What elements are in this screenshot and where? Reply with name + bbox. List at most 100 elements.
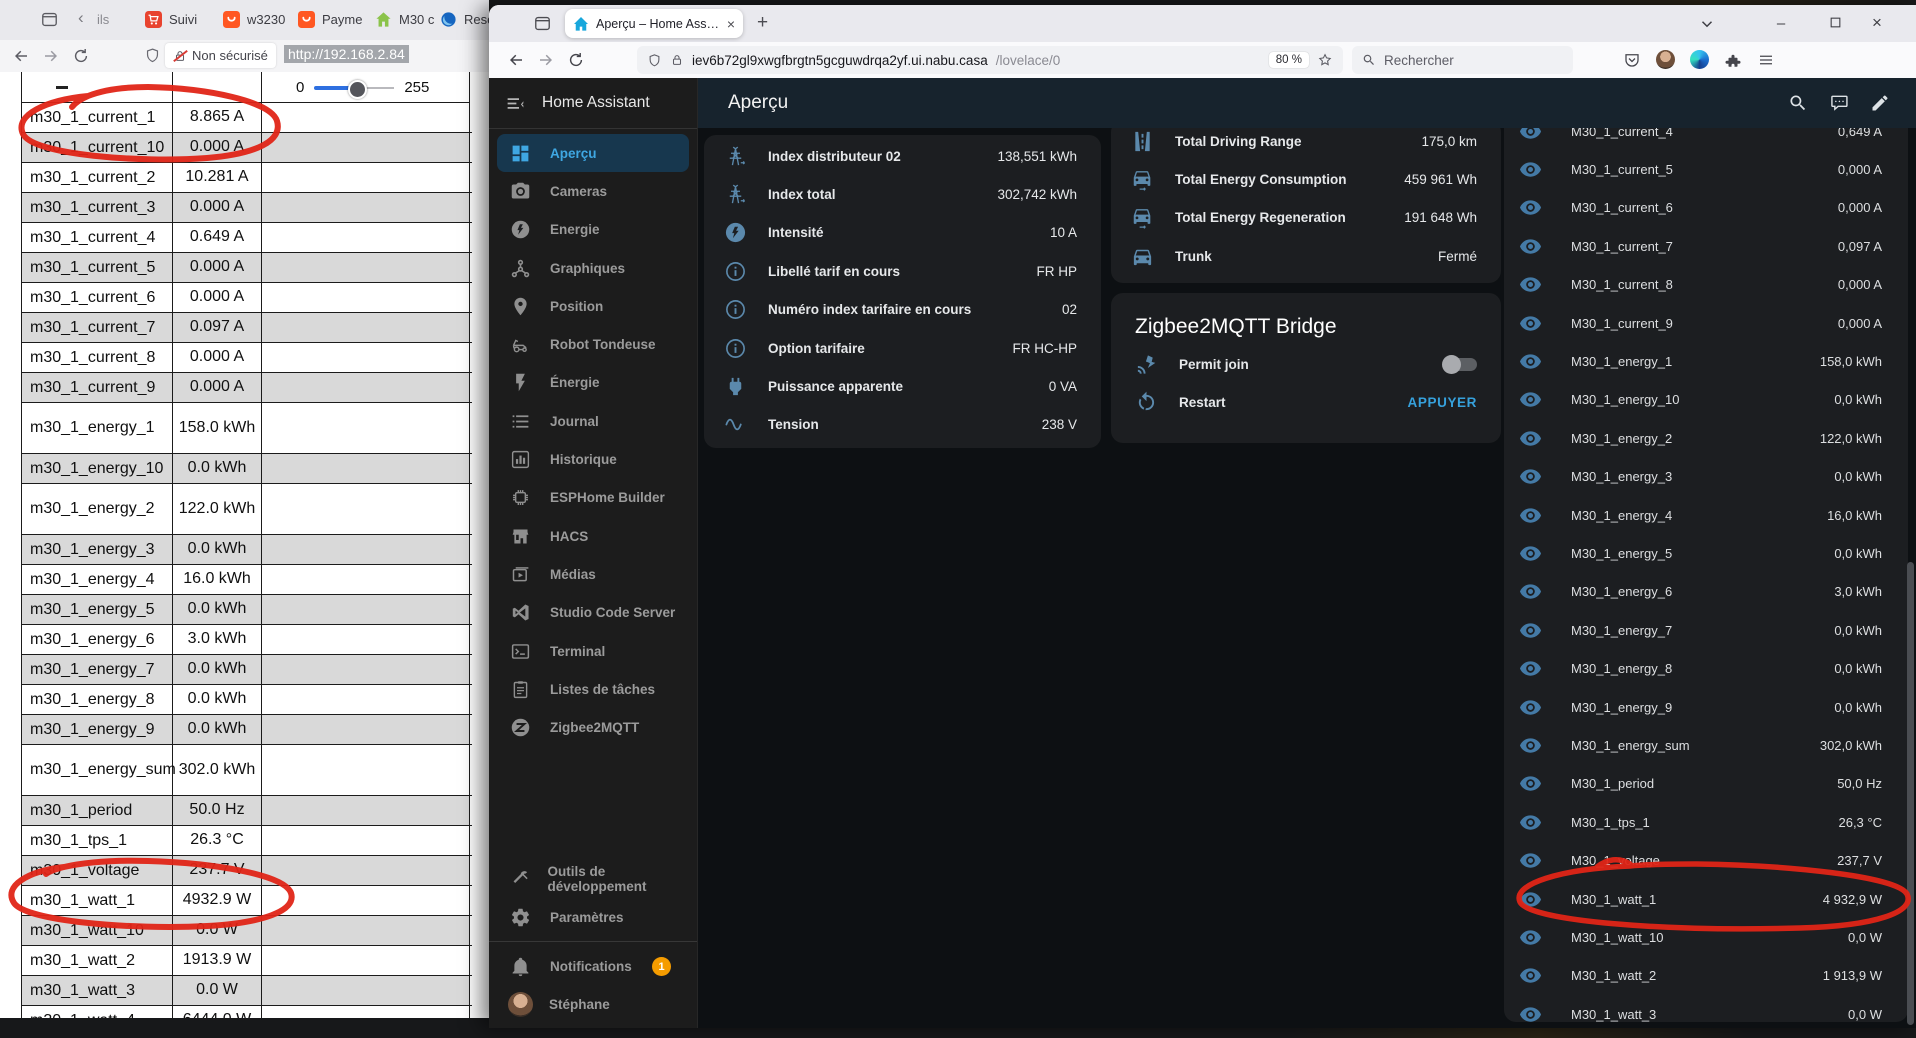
entity-row-m30_1_energy_4[interactable]: M30_1_energy_4 16,0 kWh (1504, 496, 1908, 534)
clipped-tab-label[interactable]: ils (97, 12, 109, 27)
zoom-level-chip[interactable]: 80 % (1268, 52, 1309, 68)
entity-row-m30_1_current_9[interactable]: M30_1_current_9 0,000 A (1504, 304, 1908, 342)
sidebar-toggle-icon[interactable] (505, 93, 526, 114)
security-chip[interactable]: Non sécurisé (165, 43, 276, 68)
sidebar-item-m-dias[interactable]: Médias (497, 555, 689, 593)
entity-state-row[interactable]: Option tarifaire FR HC-HP (704, 329, 1101, 367)
entity-row-m30_1_energy_8[interactable]: M30_1_energy_8 0,0 kWh (1504, 649, 1908, 687)
sidebar-item-robot-tondeuse[interactable]: Robot Tondeuse (497, 325, 689, 363)
tracking-shield-icon[interactable] (647, 53, 662, 68)
search-input[interactable]: Rechercher (1352, 46, 1573, 74)
sidebar-item-position[interactable]: Position (497, 287, 689, 325)
back-icon[interactable] (12, 47, 30, 65)
entity-row-m30_1_energy_9[interactable]: M30_1_energy_9 0,0 kWh (1504, 688, 1908, 726)
entity-row-m30_1_energy_5[interactable]: M30_1_energy_5 0,0 kWh (1504, 534, 1908, 572)
entity-state-row[interactable]: Index total 302,742 kWh (704, 175, 1101, 213)
restart-row[interactable]: Restart APPUYER (1135, 383, 1477, 421)
back-icon[interactable] (507, 51, 525, 69)
entity-row-m30_1_current_8[interactable]: M30_1_current_8 0,000 A (1504, 266, 1908, 304)
pocket-icon[interactable] (1623, 51, 1641, 69)
entity-state-row[interactable]: Tension 238 V (704, 406, 1101, 444)
search-icon[interactable] (1788, 93, 1808, 113)
sidebar-item-profile[interactable]: Stéphane (497, 986, 689, 1024)
entity-row-m30_1_energy_sum[interactable]: M30_1_energy_sum 302,0 kWh (1504, 726, 1908, 764)
entity-row-m30_1_watt_3[interactable]: M30_1_watt_3 0,0 W (1504, 995, 1908, 1022)
entity-row-m30_1_watt_1[interactable]: M30_1_watt_1 4 932,9 W (1504, 880, 1908, 918)
sidebar-item-journal[interactable]: Journal (497, 402, 689, 440)
forward-icon[interactable] (537, 51, 555, 69)
minimize-button[interactable]: – (1766, 11, 1796, 35)
maximize-button[interactable] (1829, 16, 1842, 29)
forward-icon[interactable] (42, 47, 60, 65)
entity-row-m30_1_period[interactable]: M30_1_period 50,0 Hz (1504, 765, 1908, 803)
permit-join-toggle[interactable] (1442, 354, 1477, 374)
edge-browser-icon[interactable] (1690, 50, 1709, 69)
address-input[interactable]: http://192.168.2.84 (284, 45, 409, 63)
entity-state-row[interactable]: Numéro index tarifaire en cours 02 (704, 291, 1101, 329)
restart-button[interactable]: APPUYER (1408, 395, 1477, 410)
account-avatar[interactable] (1656, 50, 1675, 69)
sidebar-item-settings[interactable]: Paramètres (497, 898, 689, 936)
entity-state-row[interactable]: Intensité 10 A (704, 214, 1101, 252)
entity-state-row[interactable]: Total Energy Consumption 459 961 Wh (1111, 160, 1501, 198)
tab-rese[interactable]: Rese (440, 11, 494, 28)
extensions-puzzle-icon[interactable] (1724, 51, 1742, 69)
entity-row-m30_1_tps_1[interactable]: M30_1_tps_1 26,3 °C (1504, 803, 1908, 841)
sidebar-item-graphiques[interactable]: Graphiques (497, 249, 689, 287)
browser-window-icon[interactable] (40, 10, 59, 29)
slider-knob[interactable] (348, 79, 368, 99)
entity-row-m30_1_current_4[interactable]: M30_1_current_4 0,649 A (1504, 128, 1908, 150)
tab-suivi[interactable]: Suivi (145, 11, 197, 28)
sidebar-item-energie[interactable]: Energie (497, 211, 689, 249)
reload-icon[interactable] (567, 51, 585, 69)
sidebar-item-hacs[interactable]: HACS (497, 517, 689, 555)
sidebar-item-cameras[interactable]: Cameras (497, 172, 689, 210)
entity-row-m30_1_current_6[interactable]: M30_1_current_6 0,000 A (1504, 189, 1908, 227)
close-button[interactable]: × (1862, 11, 1892, 35)
entity-row-m30_1_energy_3[interactable]: M30_1_energy_3 0,0 kWh (1504, 458, 1908, 496)
bookmark-star-icon[interactable] (1317, 52, 1333, 68)
sidebar-item-terminal[interactable]: Terminal (497, 632, 689, 670)
sidebar-item-esphome-builder[interactable]: ESPHome Builder (497, 479, 689, 517)
entity-row-m30_1_energy_10[interactable]: M30_1_energy_10 0,0 kWh (1504, 381, 1908, 419)
menu-hamburger-icon[interactable] (1757, 51, 1775, 69)
scrollbar-thumb[interactable] (1907, 562, 1914, 1025)
sidebar-item-dev-tools[interactable]: Outils de développement (497, 860, 689, 898)
sidebar-item-zigbee2mqtt[interactable]: Zigbee2MQTT (497, 708, 689, 746)
tab-m30-c[interactable]: M30 c (375, 11, 434, 28)
sidebar-item-aper-u[interactable]: Aperçu (497, 134, 689, 173)
entity-row-m30_1_energy_1[interactable]: M30_1_energy_1 158,0 kWh (1504, 342, 1908, 380)
assist-chat-icon[interactable] (1829, 93, 1849, 113)
edit-dashboard-pencil-icon[interactable] (1870, 93, 1890, 113)
new-tab-icon[interactable]: + (757, 12, 768, 34)
entity-state-row[interactable]: Total Energy Regeneration 191 648 Wh (1111, 199, 1501, 237)
address-bar[interactable]: iev6b72gl9xwgfbrgtn5gcguwdrqa2yf.ui.nabu… (637, 46, 1343, 74)
sidebar-item-listes-de-t-ches[interactable]: Listes de tâches (497, 670, 689, 708)
tab-scroll-left-icon[interactable]: ‹ (78, 8, 84, 28)
entity-state-row[interactable]: Trunk Fermé (1111, 237, 1501, 275)
entity-row-m30_1_current_7[interactable]: M30_1_current_7 0,097 A (1504, 227, 1908, 265)
entity-state-row[interactable]: Puissance apparente 0 VA (704, 367, 1101, 405)
entity-state-row[interactable]: Total Driving Range 175,0 km (1111, 128, 1501, 160)
tab-w3230[interactable]: w3230 (223, 11, 285, 28)
entity-state-row[interactable]: Index distributeur 02 138,551 kWh (704, 137, 1101, 175)
entity-row-m30_1_voltage[interactable]: M30_1_voltage 237,7 V (1504, 841, 1908, 879)
entity-row-m30_1_energy_7[interactable]: M30_1_energy_7 0,0 kWh (1504, 611, 1908, 649)
permit-join-row[interactable]: Permit join (1135, 345, 1477, 383)
entity-row-m30_1_current_5[interactable]: M30_1_current_5 0,000 A (1504, 150, 1908, 188)
tab-payme[interactable]: Payme (298, 11, 362, 28)
list-tabs-chevron-icon[interactable] (1698, 15, 1716, 33)
entity-row-m30_1_watt_10[interactable]: M30_1_watt_10 0,0 W (1504, 918, 1908, 956)
sidebar-item-historique[interactable]: Historique (497, 440, 689, 478)
browser-window-icon[interactable] (533, 14, 552, 33)
reload-icon[interactable] (72, 47, 90, 65)
entity-state-row[interactable]: Libellé tarif en cours FR HP (704, 252, 1101, 290)
entity-row-m30_1_energy_6[interactable]: M30_1_energy_6 3,0 kWh (1504, 573, 1908, 611)
sidebar-item--nergie[interactable]: Énergie (497, 364, 689, 402)
tab-close-icon[interactable]: × (727, 16, 735, 32)
sidebar-item-studio-code-server[interactable]: Studio Code Server (497, 594, 689, 632)
entity-row-m30_1_energy_2[interactable]: M30_1_energy_2 122,0 kWh (1504, 419, 1908, 457)
sidebar-item-notifications[interactable]: Notifications 1 (497, 947, 689, 985)
tab-home-assistant[interactable]: Aperçu – Home Assistant × (565, 9, 743, 38)
value-slider[interactable] (314, 79, 395, 99)
